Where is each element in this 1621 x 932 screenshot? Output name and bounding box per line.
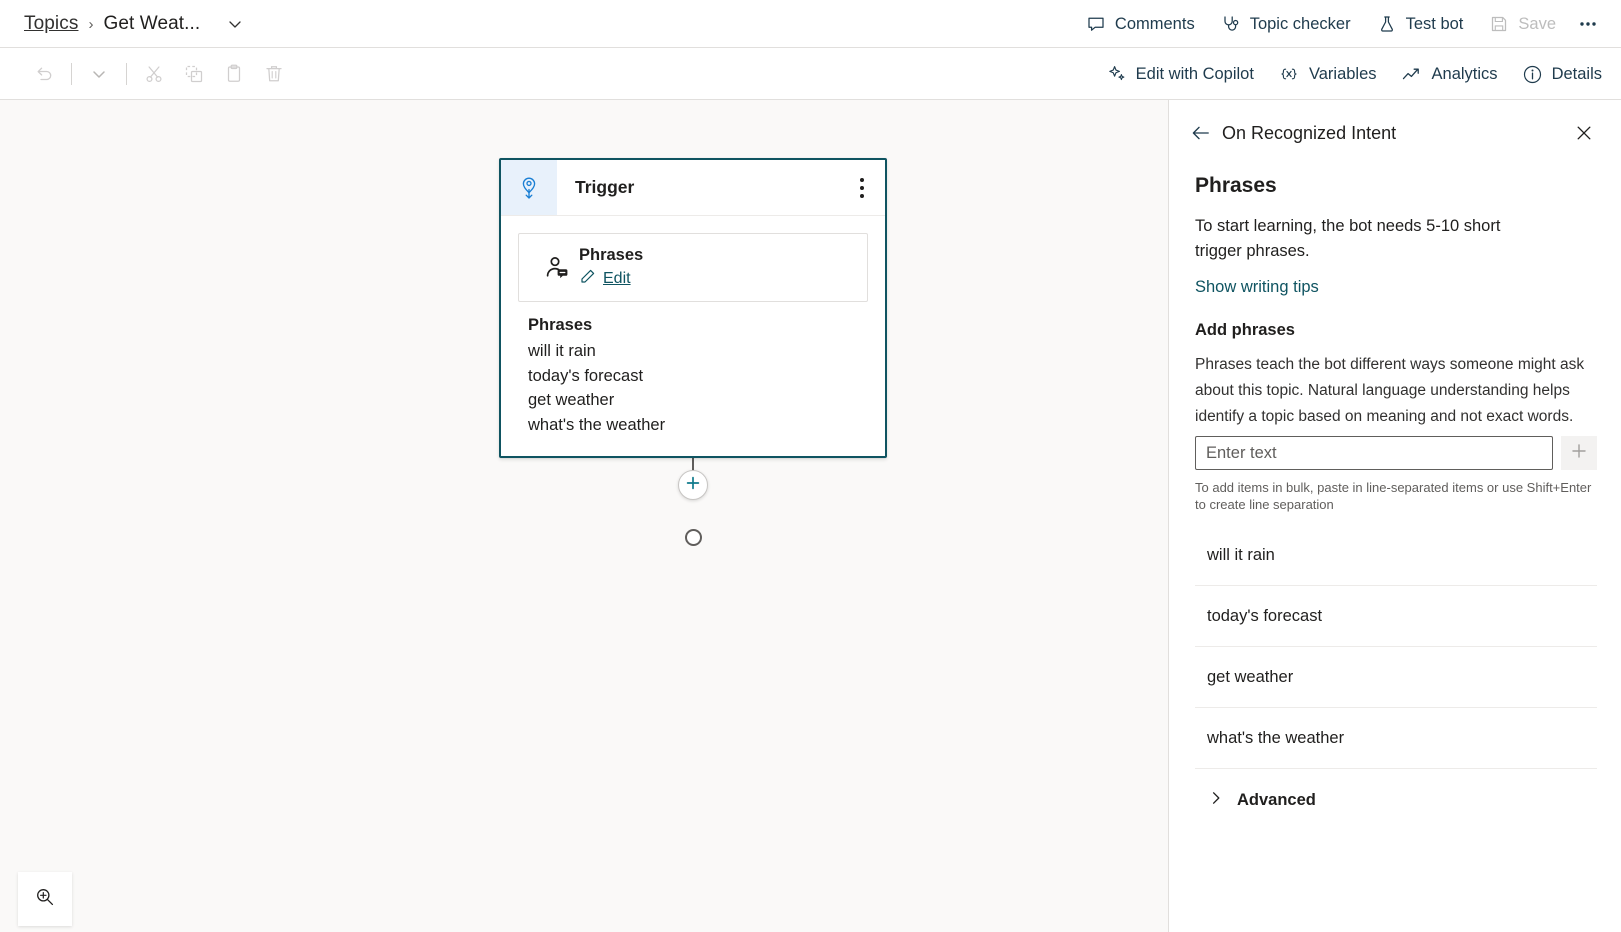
trigger-node-card[interactable]: Trigger Phrases Edit Phrases will it rai…: [499, 158, 887, 458]
zoom-in-icon: [34, 886, 56, 913]
trigger-phrases-subcard-title: Phrases: [579, 245, 644, 264]
stethoscope-icon: [1221, 14, 1241, 34]
clipboard-icon[interactable]: [214, 56, 254, 92]
trigger-phrase-item: today's forecast: [528, 366, 644, 385]
analytics-button[interactable]: Analytics: [1390, 58, 1509, 90]
panel-header-title: On Recognized Intent: [1222, 122, 1397, 143]
topic-checker-label: Topic checker: [1249, 14, 1351, 33]
plus-icon: [1570, 442, 1588, 465]
analytics-label: Analytics: [1431, 64, 1498, 83]
chevron-down-icon[interactable]: [224, 13, 246, 35]
details-button[interactable]: Details: [1511, 58, 1613, 91]
panel-phrase-item[interactable]: today's forecast: [1195, 586, 1597, 647]
panel-section-title: Phrases: [1195, 174, 1277, 197]
comment-icon: [1086, 14, 1106, 34]
trigger-node-header: Trigger: [501, 160, 885, 216]
breadcrumb-separator: ›: [88, 15, 94, 33]
trigger-phrase-item: what's the weather: [528, 415, 666, 434]
trend-chart-icon: [1401, 64, 1423, 84]
trigger-phrases-edit-row[interactable]: Edit: [579, 268, 643, 290]
edit-toolbar: Edit with Copilot Variables Analytics De…: [0, 48, 1621, 100]
close-icon[interactable]: [1569, 118, 1599, 148]
panel-body: Phrases To start learning, the bot needs…: [1169, 174, 1621, 810]
breadcrumb-current-topic: Get Weat...: [103, 13, 201, 34]
advanced-section-label: Advanced: [1237, 791, 1316, 809]
add-node-button[interactable]: [678, 470, 708, 500]
main-body: Trigger Phrases Edit Phrases will it rai…: [0, 100, 1621, 932]
more-horizontal-icon[interactable]: [1571, 8, 1605, 40]
add-phrase-input[interactable]: [1195, 436, 1553, 470]
toolbar-divider-1: [71, 63, 72, 85]
plus-icon: [685, 475, 701, 496]
add-phrases-description: Phrases teach the bot different ways som…: [1195, 356, 1585, 425]
comments-button[interactable]: Comments: [1075, 8, 1206, 40]
trigger-phrases-edit-link[interactable]: Edit: [603, 270, 631, 288]
details-label: Details: [1551, 64, 1602, 83]
add-phrase-button[interactable]: [1561, 436, 1597, 470]
save-button[interactable]: Save: [1478, 8, 1567, 40]
authoring-canvas[interactable]: Trigger Phrases Edit Phrases will it rai…: [0, 100, 1168, 932]
panel-header: On Recognized Intent: [1169, 100, 1621, 148]
arrow-left-icon[interactable]: [1186, 118, 1216, 148]
advanced-section-toggle[interactable]: Advanced: [1195, 769, 1597, 810]
trash-icon[interactable]: [254, 56, 294, 92]
flask-icon: [1377, 14, 1397, 34]
scissors-icon[interactable]: [134, 56, 174, 92]
edit-with-copilot-button[interactable]: Edit with Copilot: [1096, 58, 1265, 90]
person-message-icon: [535, 253, 579, 283]
variables-button[interactable]: Variables: [1267, 58, 1388, 90]
panel-phrase-item[interactable]: what's the weather: [1195, 708, 1597, 769]
undo-icon[interactable]: [24, 56, 64, 92]
edit-toolbar-right-actions: Edit with Copilot Variables Analytics De…: [1096, 58, 1613, 91]
show-writing-tips-link[interactable]: Show writing tips: [1195, 278, 1597, 297]
trigger-intent-icon: [501, 160, 557, 215]
info-circle-icon: [1522, 64, 1543, 85]
panel-phrase-item[interactable]: get weather: [1195, 647, 1597, 708]
trigger-phrases-subcard-text: Phrases Edit: [579, 246, 643, 290]
braces-x-icon: [1278, 64, 1300, 84]
trigger-phrases-subcard[interactable]: Phrases Edit: [518, 233, 868, 302]
breadcrumb: Topics › Get Weat...: [24, 13, 246, 35]
test-bot-button[interactable]: Test bot: [1366, 8, 1475, 40]
trigger-phrase-item: will it rain: [528, 342, 596, 360]
chevron-down-icon[interactable]: [79, 56, 119, 92]
toolbar-divider-2: [126, 63, 127, 85]
panel-phrase-list: will it rain today's forecast get weathe…: [1195, 525, 1597, 769]
top-command-bar: Topics › Get Weat... Comments Topic chec…: [0, 0, 1621, 48]
sparkle-icon: [1107, 64, 1127, 84]
variables-label: Variables: [1308, 64, 1377, 83]
edit-with-copilot-label: Edit with Copilot: [1135, 64, 1254, 83]
more-vertical-icon[interactable]: [839, 160, 885, 215]
breadcrumb-topics-link[interactable]: Topics: [24, 13, 78, 35]
trigger-phrase-item: get weather: [528, 391, 615, 409]
pencil-icon: [579, 268, 596, 290]
bulk-paste-hint: To add items in bulk, paste in line-sepa…: [1195, 480, 1592, 512]
trigger-phrases-list-title: Phrases: [528, 316, 593, 334]
trigger-phrases-list: Phrases will it rain today's forecast ge…: [501, 302, 885, 456]
comments-label: Comments: [1114, 14, 1195, 33]
test-bot-label: Test bot: [1405, 14, 1464, 33]
save-icon: [1489, 14, 1509, 34]
panel-phrase-item[interactable]: will it rain: [1195, 525, 1597, 586]
copy-icon[interactable]: [174, 56, 214, 92]
add-phrase-input-row: [1195, 436, 1597, 470]
add-phrases-title: Add phrases: [1195, 321, 1295, 339]
top-command-actions: Comments Topic checker Test bot Save: [1075, 8, 1605, 40]
properties-panel: On Recognized Intent Phrases To start le…: [1168, 100, 1621, 932]
trigger-node-title: Trigger: [575, 177, 635, 197]
zoom-in-button[interactable]: [18, 872, 72, 926]
chevron-right-icon: [1209, 791, 1223, 810]
panel-description: To start learning, the bot needs 5-10 sh…: [1195, 217, 1501, 260]
topic-checker-button[interactable]: Topic checker: [1210, 8, 1362, 40]
save-label: Save: [1518, 14, 1556, 33]
circle-node-icon: [684, 529, 702, 546]
